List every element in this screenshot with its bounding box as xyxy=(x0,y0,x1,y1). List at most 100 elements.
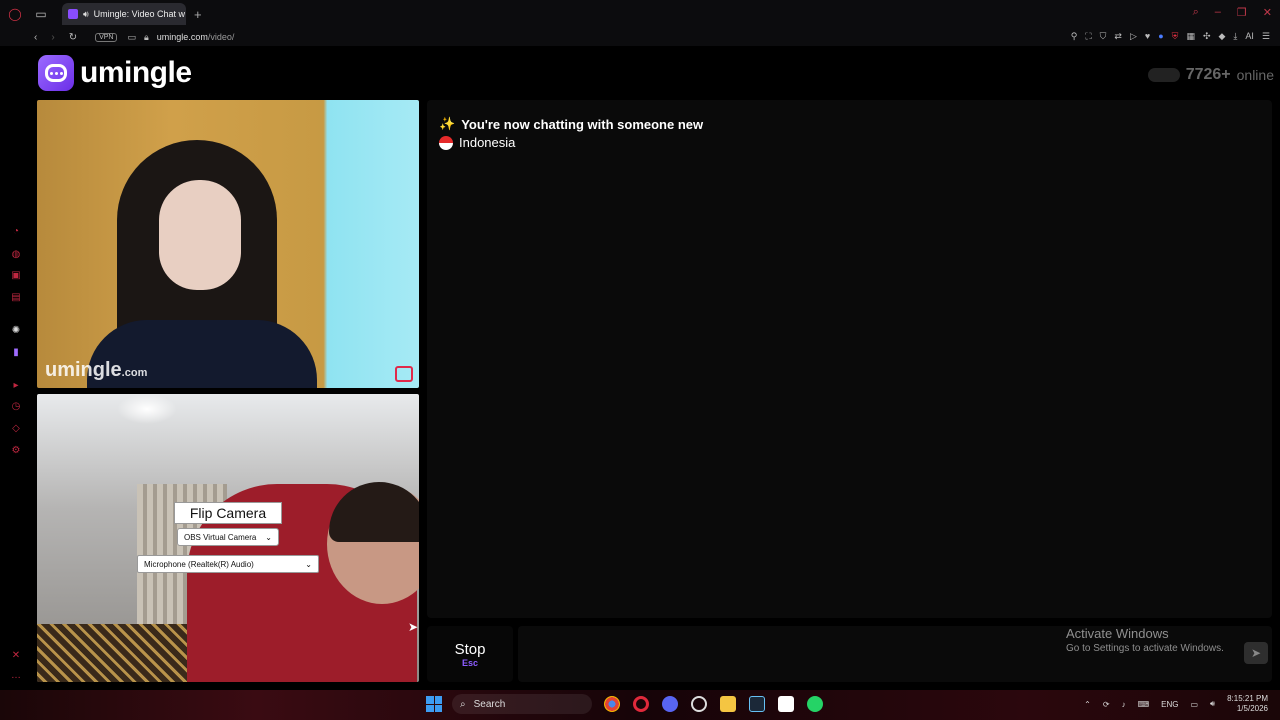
ai-button[interactable]: AI xyxy=(1245,31,1254,42)
self-video: Flip Camera OBS Virtual Camera ⌄ Microph… xyxy=(37,394,419,682)
download-icon[interactable]: ⤓ xyxy=(1233,31,1237,42)
sync-icon[interactable]: ⟳ xyxy=(1103,700,1110,709)
clock-date: 1/5/2026 xyxy=(1236,704,1268,713)
language-indicator[interactable]: ENG xyxy=(1161,700,1178,709)
windows-start-icon[interactable] xyxy=(426,696,442,712)
capcut-icon[interactable] xyxy=(778,696,794,712)
lock-icon[interactable]: 🔒︎ xyxy=(144,32,149,43)
heart-icon[interactable]: ♥ xyxy=(1145,31,1150,42)
aria-icon[interactable]: ◔ xyxy=(10,226,22,238)
url-path: /video/ xyxy=(207,32,235,42)
stop-shortcut: Esc xyxy=(461,657,478,668)
extension-grid-icon[interactable]: ▦ xyxy=(1186,31,1195,42)
whatsapp-icon[interactable] xyxy=(807,696,823,712)
send-button[interactable]: ➤ xyxy=(1244,642,1268,664)
gx-icon[interactable]: ✕ xyxy=(10,650,22,662)
url-host: umingle.com xyxy=(156,32,208,42)
tab-title: Umingle: Video Chat w xyxy=(93,9,186,19)
settings-icon[interactable]: ⚙ xyxy=(10,445,22,457)
camera-permission-icon[interactable]: ▭ xyxy=(127,32,136,43)
new-tab-button[interactable]: + xyxy=(194,7,202,22)
system-tray: ⌃ ⟳ ♪ ⌨ ENG ▭ 🔊︎ 8:15:21 PM 1/5/2026 xyxy=(1084,694,1268,714)
puzzle-icon[interactable]: ✣ xyxy=(1203,31,1211,42)
online-count: 7726+ xyxy=(1185,66,1231,83)
activate-title: Activate Windows xyxy=(1066,626,1169,641)
extension-badge-icon[interactable]: ◆ xyxy=(1219,31,1226,42)
stop-button[interactable]: Stop Esc xyxy=(427,626,513,682)
menu-icon[interactable]: ☰ xyxy=(1262,31,1270,42)
twitch-icon[interactable]: ▮ xyxy=(10,347,22,359)
restore-icon[interactable]: ❐ xyxy=(1237,6,1247,19)
report-flag-icon[interactable] xyxy=(395,366,413,382)
tickets-icon[interactable]: ▣ xyxy=(10,270,22,282)
chevron-down-icon: ⌄ xyxy=(265,532,272,542)
browser-titlebar: ◯ ▭ 🔊︎ Umingle: Video Chat w + ⌕ – ❐ ✕ xyxy=(0,0,1280,28)
mouse-cursor-icon: ➤ xyxy=(408,620,419,634)
clock[interactable]: 8:15:21 PM 1/5/2026 xyxy=(1227,694,1268,714)
more-icon[interactable]: … xyxy=(10,670,22,682)
site-logo[interactable]: umingle xyxy=(38,54,192,92)
flip-camera-button[interactable]: Flip Camera xyxy=(174,502,282,524)
vpn-badge[interactable]: VPN xyxy=(95,32,118,42)
chrome-icon[interactable] xyxy=(604,696,620,712)
speaker-icon[interactable]: 🔊︎ xyxy=(83,9,89,20)
network-icon[interactable]: ▭ xyxy=(1190,700,1198,709)
taskbar-search[interactable]: ⌕ Search xyxy=(452,694,592,714)
country-name: Indonesia xyxy=(459,135,516,150)
microphone-icon[interactable]: ♪ xyxy=(1122,700,1126,709)
steam-icon[interactable] xyxy=(749,696,765,712)
history-icon[interactable]: ◷ xyxy=(10,401,22,413)
volume-icon[interactable]: 🔊︎ xyxy=(1210,699,1215,709)
close-icon[interactable]: ✕ xyxy=(1263,6,1272,19)
opera-logo-icon[interactable]: ◯ xyxy=(4,3,26,25)
translate-icon[interactable]: ⇄ xyxy=(1114,31,1122,42)
tray-chevron-icon[interactable]: ⌃ xyxy=(1084,700,1091,709)
browser-tab[interactable]: 🔊︎ Umingle: Video Chat w xyxy=(62,3,186,25)
forward-icon[interactable]: › xyxy=(51,32,54,43)
shield-icon[interactable]: ⛉ xyxy=(1100,31,1107,42)
theme-toggle[interactable] xyxy=(1147,68,1180,82)
opera-icon[interactable] xyxy=(633,696,649,712)
extension-toolbar: ⚲ ⛶ ⛉ ⇄ ▷ ♥ ● ⛨ ▦ ✣ ◆ ⤓ AI ☰ xyxy=(1071,31,1270,42)
pin-icon[interactable]: ⚲ xyxy=(1071,31,1078,42)
chevron-down-icon: ⌄ xyxy=(305,559,312,569)
settings-app-icon[interactable] xyxy=(691,696,707,712)
sparkles-icon: ✨ xyxy=(439,116,456,131)
taskbar-apps xyxy=(604,696,823,712)
search-label: Search xyxy=(473,698,506,710)
keyboard-icon[interactable]: ⌨ xyxy=(1138,700,1150,709)
camera-select[interactable]: OBS Virtual Camera ⌄ xyxy=(177,528,279,546)
extension-shield-icon[interactable]: ⛨ xyxy=(1172,31,1179,42)
camera-controls: Flip Camera OBS Virtual Camera ⌄ Microph… xyxy=(37,394,419,682)
file-explorer-icon[interactable] xyxy=(720,696,736,712)
minimize-icon[interactable]: – xyxy=(1215,6,1221,19)
umingle-favicon-icon xyxy=(68,9,78,19)
discord-icon[interactable] xyxy=(662,696,678,712)
extensions-icon[interactable]: ◇ xyxy=(10,423,22,435)
workspaces-icon[interactable]: ▭ xyxy=(30,3,52,25)
player-icon[interactable]: ▸ xyxy=(10,380,22,392)
activate-windows-notice: Activate Windows Go to Settings to activ… xyxy=(1066,626,1224,654)
back-icon[interactable]: ‹ xyxy=(34,32,37,43)
shopping-icon[interactable]: ◍ xyxy=(10,249,22,261)
country-line: Indonesia xyxy=(439,135,515,150)
chatgpt-icon[interactable]: ✺ xyxy=(10,325,22,337)
extension-g-icon[interactable]: ● xyxy=(1158,31,1163,42)
clock-time: 8:15:21 PM xyxy=(1227,694,1268,703)
messenger-icon[interactable]: ▤ xyxy=(10,292,22,304)
url-field[interactable]: umingle.com/video/ xyxy=(157,32,235,42)
window-controls: ⌕ – ❐ ✕ xyxy=(1193,6,1272,19)
chat-bubble-icon xyxy=(38,55,74,91)
play-icon[interactable]: ▷ xyxy=(1130,31,1137,42)
status-text: You're now chatting with someone new xyxy=(461,116,704,132)
microphone-select[interactable]: Microphone (Realtek(R) Audio) ⌄ xyxy=(137,555,319,573)
microphone-select-value: Microphone (Realtek(R) Audio) xyxy=(144,559,254,569)
snapshot-icon[interactable]: ⛶ xyxy=(1085,31,1091,42)
stranger-person xyxy=(87,140,317,388)
online-label: online xyxy=(1236,67,1274,83)
logo-text: umingle xyxy=(80,56,192,89)
search-icon: ⌕ xyxy=(460,698,466,710)
reload-icon[interactable]: ↻ xyxy=(69,32,77,43)
status-message: ✨ You're now chatting with someone new xyxy=(439,116,703,132)
search-tabs-icon[interactable]: ⌕ xyxy=(1193,6,1199,19)
